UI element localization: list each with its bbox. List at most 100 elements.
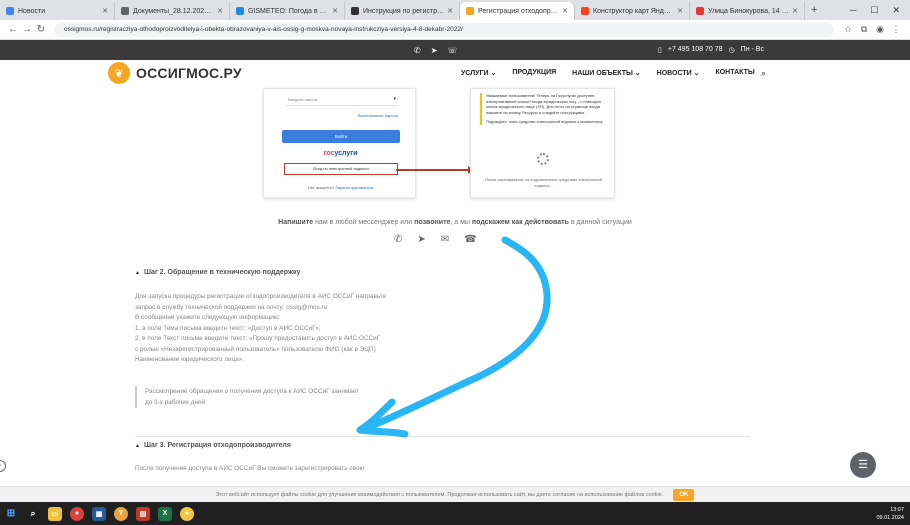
app-icon[interactable]: ▦ [92,506,106,521]
gosuslugi-login-screenshot: Введите пароль ▾ Восстановить пароль Вой… [263,88,416,198]
cta-bold-3: подскажем как действовать [471,219,569,226]
ep-login-button-image: Вход по электронной подписи [284,163,398,175]
red-arrow-annotation [396,166,473,174]
reload-icon[interactable]: ↻ [34,24,48,35]
triangle-collapse-icon: ▲ [135,270,140,276]
forward-icon[interactable]: → [20,24,34,35]
scroll-indicator-icon[interactable]: › [0,460,6,472]
new-tab-button[interactable]: + [805,4,823,16]
gos-text: гос [323,150,335,157]
step2-line: Для запуска процедуры регистрации отходо… [135,293,387,300]
messenger-app-icon[interactable]: ● [180,506,194,521]
browser-tab[interactable]: Улица Бинокурова, 14 на карте✕ [690,2,805,20]
phone-icon: ▯ [658,47,662,54]
tab-close-icon[interactable]: ✕ [562,7,568,15]
tab-close-icon[interactable]: ✕ [677,7,683,15]
chrome-icon[interactable]: ● [70,506,84,521]
ep-search-screenshot: Уважаемые пользователи! Теперь на Госусл… [470,88,615,198]
tab-title: Регистрация отходопроизводи... [478,7,559,15]
extensions-icon[interactable]: ⧉ [856,24,872,35]
no-account-label: Нет аккаунта? [307,185,335,190]
step2-line: запрос в службу технической поддержки на… [135,303,328,311]
windows-taskbar: ⊞ ⌕ ▭ ● ▦ Y ▤ X ● 13:07 09.01.2024 [0,502,910,525]
tab-close-icon[interactable]: ✕ [102,7,108,15]
step2-line: 2. в поле Текст письма введите текст: «П… [135,335,381,342]
whatsapp-icon[interactable]: ✆ [394,234,402,245]
bookmark-star-icon[interactable]: ☆ [840,24,856,35]
minimize-icon[interactable]: ─ [850,5,856,16]
browser-tab[interactable]: Регистрация отходопроизводи...✕ [460,2,575,20]
loading-spinner-icon [537,153,549,165]
profile-icon[interactable]: ◉ [872,24,888,35]
register-link: Зарегистрироваться [335,185,374,190]
step2-line: 1. в поле Тема письма введите текст: «До… [135,324,321,332]
chevron-down-icon: ▾ [393,96,396,102]
step3-heading[interactable]: ▲ Шаг 3. Регистрация отходопроизводителя [135,442,291,449]
step3-heading-text: Шаг 3. Регистрация отходопроизводителя [143,442,291,449]
step2-paragraph: Для запуска процедуры регистрации отходо… [135,292,435,366]
triangle-collapse-icon: ▲ [135,443,140,449]
yandex-browser-icon[interactable]: Y [114,506,128,521]
site-logo[interactable]: ❦ ОССИГМОС.РУ [108,62,242,84]
step2-heading[interactable]: ▲ Шаг 2. Обращение в техническую поддержк… [135,269,300,276]
cookie-ok-button[interactable]: OK [673,488,695,501]
login-button-image: Войти [282,130,400,143]
menu-dots-icon[interactable]: ⋮ [888,24,904,35]
browser-tab[interactable]: GISMETEO: Погода в Москве...✕ [230,2,345,20]
address-bar: ← → ↻ ossigmos.ru/registracziya-othodopr… [0,20,910,40]
whatsapp-icon[interactable]: ✆ [414,46,421,55]
messenger-icons: ✆ ➤ ✉ ☎ [394,234,477,245]
viber-icon[interactable]: ☏ [447,46,457,55]
tab-close-icon[interactable]: ✕ [792,7,798,15]
tab-favicon-icon [581,7,589,15]
close-window-icon[interactable]: ✕ [892,5,900,16]
chat-widget-icon[interactable]: ☰ [850,452,876,478]
windows-start-icon[interactable]: ⊞ [4,507,18,521]
logo-text: ОССИГМОС.РУ [136,65,242,81]
nav-menu-item[interactable]: КОНТАКТЫ [715,69,754,77]
page-content: Введите пароль ▾ Восстановить пароль Вой… [0,88,910,486]
back-icon[interactable]: ← [6,24,20,35]
working-hours: Пн - Вс [740,46,764,53]
nav-menu-item[interactable]: НАШИ ОБЪЕКТЫ ⌄ [572,69,640,77]
search-icon[interactable]: ⌕ [761,68,766,79]
tab-favicon-icon [6,7,14,15]
telegram-icon[interactable]: ➤ [417,234,425,245]
nav-menu-item[interactable]: НОВОСТИ ⌄ [657,69,700,77]
pdf-icon[interactable]: ▤ [136,506,150,521]
clock-time: 13:07 [890,507,904,513]
nav-menu-item[interactable]: УСЛУГИ ⌄ [461,69,496,77]
email-icon[interactable]: ✉ [441,234,449,245]
search-icon[interactable]: ⌕ [26,507,40,521]
warning-notice: Уважаемые пользователи! Теперь на Госусл… [480,93,608,125]
browser-tab[interactable]: Инструкция по регистрации...✕ [345,2,460,20]
site-header: ❦ ОССИГМОС.РУ УСЛУГИ ⌄ ПРОДУКЦИЯ НАШИ ОБЪЕ… [0,60,910,88]
browser-tab[interactable]: Конструктор карт Яндекса ✕ [575,2,690,20]
section-divider [135,436,750,437]
system-clock[interactable]: 13:07 09.01.2024 [876,506,904,522]
step2-quote: Рассмотрение обращения о получении досту… [135,386,395,408]
excel-icon[interactable]: X [158,506,172,521]
telegram-icon[interactable]: ➤ [431,46,438,55]
phone-call-icon[interactable]: ☎ [464,234,476,245]
uslugi-text: услуги [334,150,358,157]
phone-number[interactable]: +7 495 108 70 78 [668,46,723,54]
tab-favicon-icon [236,7,244,15]
browser-tab[interactable]: Новости ✕ [0,2,115,20]
browser-tab[interactable]: Документы_28.12.2023_15_09...✕ [115,2,230,20]
cta-text-3: в данной ситуации [568,219,632,226]
file-explorer-icon[interactable]: ▭ [48,506,62,521]
warning-text: Уважаемые пользователи! Теперь на Госусл… [486,93,602,115]
cta-text-1: нам в любой мессенджер или [313,219,415,226]
tab-favicon-icon [466,7,474,15]
tab-title: GISMETEO: Погода в Москве... [248,7,330,15]
tab-title: Инструкция по регистрации... [363,7,444,15]
nav-menu-item[interactable]: ПРОДУКЦИЯ [512,69,556,77]
tab-close-icon[interactable]: ✕ [217,7,223,15]
cta-bold-2: позвоните [414,219,451,226]
tab-close-icon[interactable]: ✕ [332,7,338,15]
maximize-icon[interactable]: ☐ [870,5,878,16]
url-field[interactable]: ossigmos.ru/registracziya-othodoproizvod… [54,22,834,37]
leaf-icon: ❦ [108,62,130,84]
tab-close-icon[interactable]: ✕ [447,7,453,15]
